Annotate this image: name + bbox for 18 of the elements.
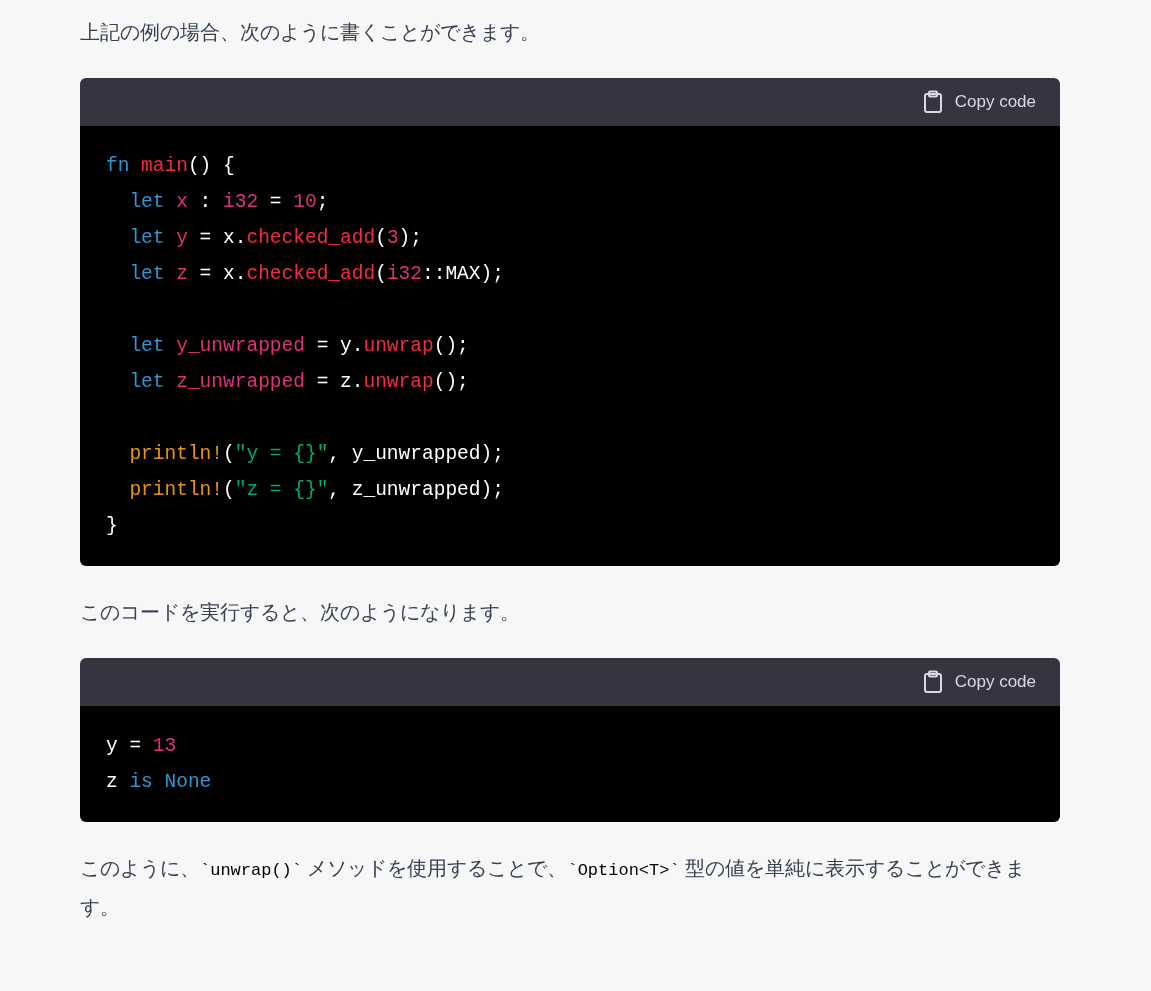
code-line: fn main() { [106,154,235,179]
code-line: let y = x.checked_add(3); [128,226,422,251]
code-line: y = 13 [106,734,177,759]
clipboard-icon [922,90,943,114]
paragraph: このように、`unwrap()` メソッドを使用することで、`Option<T>` 型の値を単純に表示することができます。 [80,856,1027,920]
code-line: let y_unwrapped = y.unwrap(); [128,334,469,359]
paragraph: このコードを実行すると、次のようになります。 [80,600,521,625]
code-line: let z_unwrapped = z.unwrap(); [128,370,469,395]
code-line: let z = x.checked_add(i32::MAX); [128,262,504,287]
code-line: let x : i32 = 10; [128,190,329,215]
code-line: println!("y = {}", y_unwrapped); [128,442,504,467]
code-line: } [106,514,118,539]
copy-code-button[interactable]: Copy code [922,89,1036,115]
copy-code-button[interactable]: Copy code [922,669,1036,695]
paragraph: 上記の例の場合、次のように書くことができます。 [80,20,541,45]
clipboard-icon [922,670,943,694]
code-line: z is None [106,770,212,795]
code-line: println!("z = {}", z_unwrapped); [128,478,504,503]
